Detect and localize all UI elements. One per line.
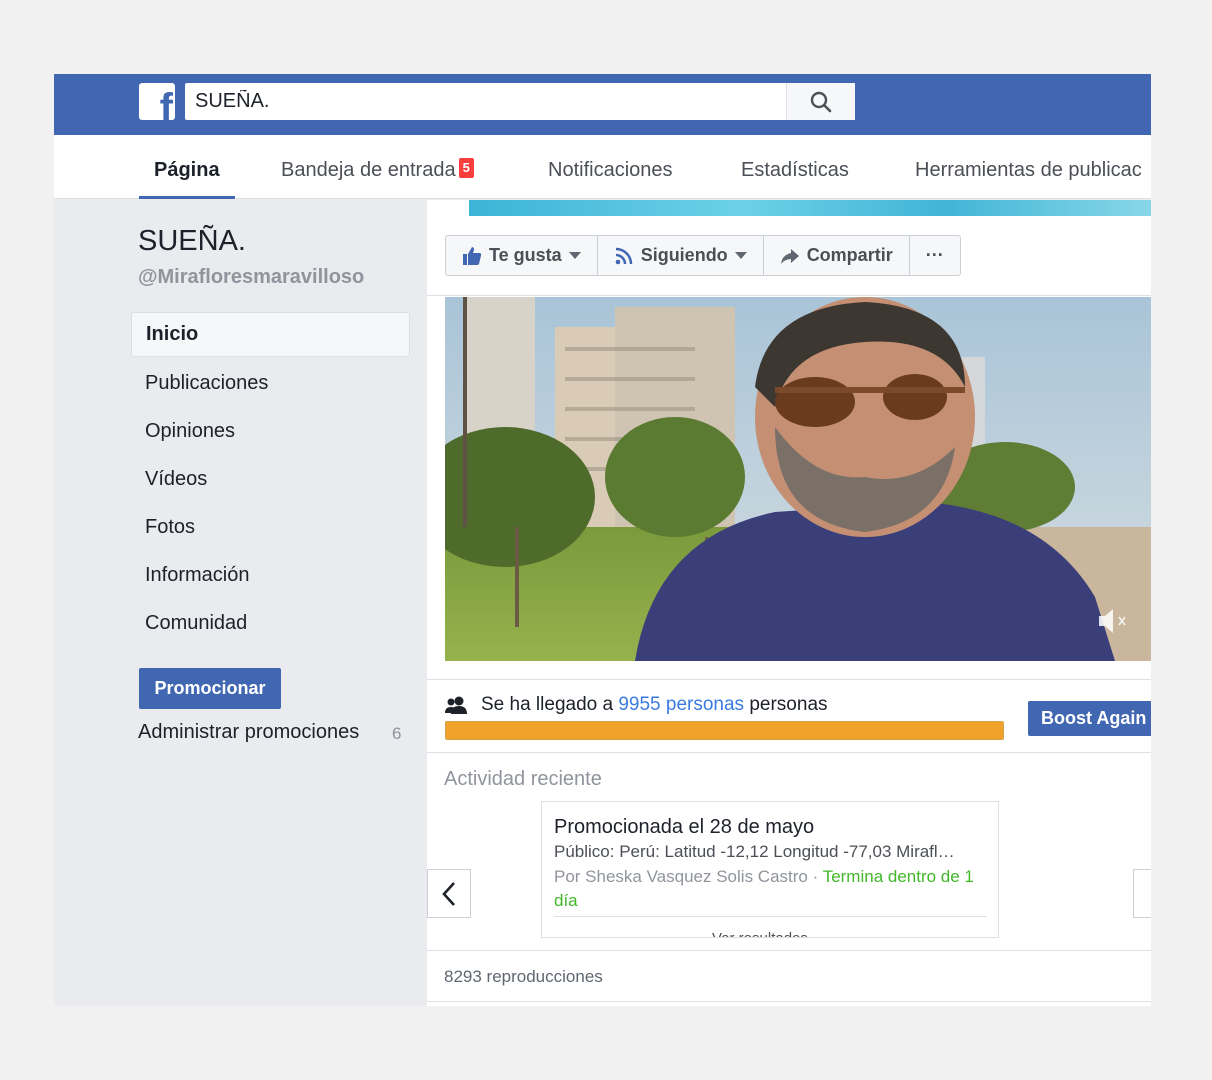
tab-inbox[interactable]: Bandeja de entrada 5	[281, 135, 474, 199]
share-button[interactable]: Compartir	[764, 236, 910, 275]
promotion-author: Por Sheska Vasquez Solis Castro	[554, 867, 808, 886]
search-icon	[810, 91, 832, 112]
video-player[interactable]	[445, 297, 1151, 661]
sidebar-item-informacion[interactable]: Información	[131, 552, 410, 600]
chevron-down-icon	[734, 252, 747, 259]
page-frame: f Página Bandeja de entrada5 Notificacio…	[54, 74, 1151, 1006]
promotion-title: Promocionada el 28 de mayo	[554, 816, 815, 838]
more-options-button[interactable]: ···	[910, 236, 960, 275]
following-button[interactable]: Siguiendo	[598, 236, 764, 275]
chevron-down-icon	[568, 252, 581, 259]
more-icon: ···	[925, 245, 944, 265]
like-button[interactable]: Te gusta	[446, 236, 598, 275]
divider	[427, 752, 1151, 753]
reach-summary: Se ha llegado a 9955 personas personas	[481, 694, 828, 715]
sidebar-item-fotos[interactable]: Fotos	[131, 504, 410, 552]
search-input[interactable]	[185, 83, 785, 120]
page-action-bar: Te gusta Siguiendo Compartir ···	[445, 235, 961, 276]
chevron-left-icon	[442, 881, 455, 906]
recent-activity-heading: Actividad reciente	[444, 768, 602, 790]
reach-progress-fill	[446, 722, 1003, 739]
sidebar-item-publicaciones[interactable]: Publicaciones	[131, 360, 410, 408]
tab-insights[interactable]: Estadísticas	[741, 135, 849, 199]
sidebar-item-inicio[interactable]: Inicio	[131, 312, 410, 357]
sidebar-item-opiniones[interactable]: Opiniones	[131, 408, 410, 456]
divider	[427, 950, 1151, 951]
video-frame-image	[445, 297, 1151, 661]
search-button[interactable]	[786, 83, 855, 120]
tab-publishing-tools[interactable]: Herramientas de publicac	[915, 135, 1142, 199]
promotion-card: Promocionada el 28 de mayo Público: Perú…	[541, 801, 999, 938]
share-arrow-icon	[780, 248, 799, 264]
manage-promotions-count: 6	[392, 724, 402, 743]
divider	[554, 916, 987, 917]
carousel-prev-button[interactable]	[427, 869, 471, 918]
tab-notifications[interactable]: Notificaciones	[548, 135, 673, 199]
promote-button[interactable]: Promocionar	[139, 668, 281, 709]
page-title[interactable]: SUEÑA.	[138, 225, 246, 258]
facebook-logo-icon[interactable]: f	[139, 83, 175, 120]
boost-again-button[interactable]: Boost Again	[1028, 701, 1151, 736]
search-box	[185, 83, 855, 120]
promotion-audience: Público: Perú: Latitud -12,12 Longitud -…	[554, 842, 955, 861]
mute-icon[interactable]	[1097, 606, 1131, 641]
reach-people-link[interactable]: 9955 personas	[618, 694, 744, 715]
carousel-next-button[interactable]	[1133, 869, 1151, 918]
divider	[427, 1001, 1151, 1002]
rss-feed-icon	[615, 247, 632, 264]
top-bar: f	[54, 74, 1151, 135]
divider	[427, 295, 1151, 296]
page-tabs: Página Bandeja de entrada 5 Notificacione…	[54, 135, 1151, 199]
people-icon	[445, 696, 467, 714]
promotion-details: Por Sheska Vasquez Solis Castro · Termin…	[554, 867, 974, 910]
view-results-link[interactable]: Ver resultados	[712, 930, 808, 937]
tab-pagina[interactable]: Página	[139, 135, 235, 199]
main-column: Te gusta Siguiendo Compartir ··· Se ha l…	[427, 200, 1151, 1006]
sidebar-item-comunidad[interactable]: Comunidad	[131, 600, 410, 648]
sidebar-item-videos[interactable]: Vídeos	[131, 456, 410, 504]
thumbs-up-icon	[463, 246, 482, 265]
manage-promotions-link[interactable]: Administrar promociones	[138, 721, 359, 744]
sidebar-nav: Inicio Publicaciones Opiniones Vídeos Fo…	[131, 312, 410, 648]
divider	[427, 679, 1151, 680]
reach-progress-bar	[445, 721, 1004, 740]
inbox-badge: 5	[458, 158, 474, 178]
video-views-count: 8293 reproducciones	[444, 967, 603, 986]
cover-photo[interactable]	[469, 200, 1151, 216]
page-username[interactable]: @Mirafloresmaravilloso	[138, 266, 364, 289]
